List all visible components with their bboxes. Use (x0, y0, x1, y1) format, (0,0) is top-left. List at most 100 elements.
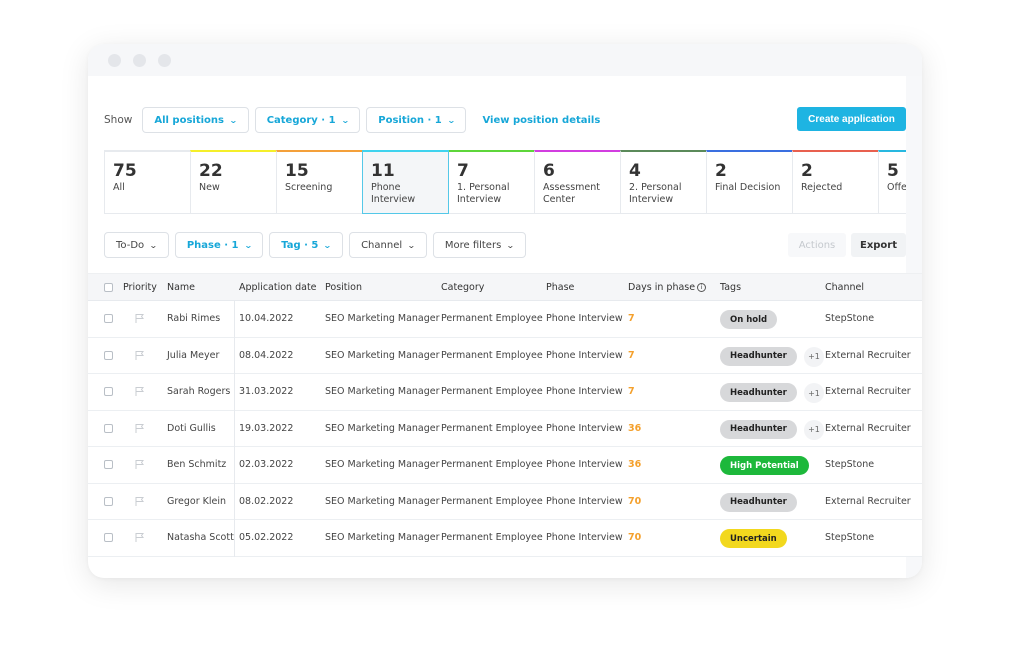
chevron-down-icon: ⌄ (506, 240, 516, 250)
column-divider[interactable] (234, 301, 235, 557)
stage-label: Phone Interview (371, 182, 416, 205)
stage-count: 75 (113, 161, 137, 181)
table-row[interactable]: Rabi Rimes 10.04.2022 SEO Marketing Mana… (88, 301, 922, 338)
table-row[interactable]: Gregor Klein 08.02.2022 SEO Marketing Ma… (88, 483, 922, 520)
channel-cell: StepStone (825, 532, 875, 543)
column-header-priority[interactable]: Priority (123, 282, 157, 293)
priority-flag-icon[interactable] (134, 532, 145, 543)
more-tags-badge[interactable]: +1 (804, 346, 824, 367)
stage-label: Assessment Center (543, 182, 600, 205)
position-dropdown[interactable]: Position · 1 ⌄ (366, 107, 467, 133)
dropdown-label: Channel (361, 239, 403, 251)
select-all-checkbox[interactable] (104, 283, 113, 292)
applicant-name[interactable]: Sarah Rogers (167, 386, 230, 397)
tag-badge[interactable]: Uncertain (720, 529, 787, 548)
stage-tab-offer[interactable]: 5 Offer (878, 150, 906, 214)
applicant-name[interactable]: Ben Schmitz (167, 459, 226, 470)
tag-badge[interactable]: On hold (720, 310, 778, 329)
stage-tab-screening[interactable]: 15 Screening (276, 150, 363, 214)
column-header-days-in-phase[interactable]: Days in phase i (628, 282, 707, 293)
row-checkbox[interactable] (104, 350, 113, 360)
chevron-down-icon: ⌄ (340, 115, 350, 125)
more-filters-filter-dropdown[interactable]: More filters ⌄ (432, 232, 526, 258)
phase-cell: Phone Interview (546, 386, 623, 397)
table-header: Priority Name Application date Position … (88, 273, 922, 301)
applicant-name[interactable]: Doti Gullis (167, 423, 216, 434)
table-row[interactable]: Julia Meyer 08.04.2022 SEO Marketing Man… (88, 337, 922, 374)
priority-flag-icon[interactable] (134, 496, 145, 507)
window-close-button[interactable] (108, 54, 121, 67)
more-tags-badge[interactable]: +1 (804, 383, 824, 403)
phase-cell: Phone Interview (546, 422, 623, 434)
stage-tab-rejected[interactable]: 2 Rejected (792, 150, 879, 214)
application-date: 19.03.2022 (239, 422, 294, 434)
stage-label: Screening (285, 182, 333, 193)
phase-cell: Phone Interview (546, 532, 623, 543)
column-header-category[interactable]: Category (441, 282, 484, 293)
position-cell: SEO Marketing Manager (325, 459, 440, 470)
export-button[interactable]: Export (851, 233, 906, 257)
applicant-name[interactable]: Julia Meyer (167, 350, 219, 361)
category-cell: Permanent Employee (441, 459, 543, 470)
table-row[interactable]: Natasha Scott 05.02.2022 SEO Marketing M… (88, 520, 922, 557)
all-positions-dropdown[interactable]: All positions ⌄ (142, 107, 249, 133)
view-position-details-link[interactable]: View position details (482, 115, 600, 126)
table-row[interactable]: Doti Gullis 19.03.2022 SEO Marketing Man… (88, 410, 922, 447)
priority-flag-icon[interactable] (134, 459, 145, 470)
application-date: 08.04.2022 (239, 349, 294, 361)
dropdown-label: More filters (444, 239, 502, 251)
stage-label: New (199, 182, 220, 193)
phase-cell: Phone Interview (546, 313, 623, 324)
priority-flag-icon[interactable] (134, 423, 145, 434)
applicant-name[interactable]: Gregor Klein (167, 496, 226, 507)
days-in-phase: 7 (628, 386, 635, 397)
tag-badge[interactable]: High Potential (720, 456, 809, 475)
tag-badge[interactable]: Headhunter (720, 383, 797, 402)
priority-flag-icon[interactable] (134, 386, 145, 397)
tag-badge[interactable]: Headhunter (720, 492, 797, 512)
column-header-tags[interactable]: Tags (720, 282, 741, 293)
row-checkbox[interactable] (104, 533, 113, 542)
applicant-name[interactable]: Natasha Scott (167, 532, 234, 543)
tag-5-filter-dropdown[interactable]: Tag · 5 ⌄ (269, 232, 344, 258)
phase-1-filter-dropdown[interactable]: Phase · 1 ⌄ (174, 232, 264, 258)
applicant-name[interactable]: Rabi Rimes (167, 313, 220, 324)
stage-tab-new[interactable]: 22 New (190, 150, 277, 214)
window-maximize-button[interactable] (158, 54, 171, 67)
column-header-position[interactable]: Position (325, 282, 362, 293)
column-header-name[interactable]: Name (167, 282, 195, 293)
column-header-application-date[interactable]: Application date (239, 282, 317, 293)
column-header-phase[interactable]: Phase (546, 282, 574, 293)
row-checkbox[interactable] (104, 496, 113, 506)
create-application-button[interactable]: Create application (797, 107, 906, 131)
actions-button[interactable]: Actions (788, 233, 846, 257)
category-dropdown[interactable]: Category · 1 ⌄ (254, 107, 361, 133)
channel-filter-dropdown[interactable]: Channel ⌄ (349, 232, 427, 258)
stage-tab-2-personal-interview[interactable]: 4 2. Personal Interview (620, 150, 707, 214)
phase-cell: Phone Interview (546, 495, 623, 507)
priority-flag-icon[interactable] (134, 313, 145, 324)
table-row[interactable]: Sarah Rogers 31.03.2022 SEO Marketing Ma… (88, 374, 922, 411)
position-filter-bar: Show All positions ⌄ Category · 1 ⌄ Posi… (104, 107, 600, 133)
stage-tab-final-decision[interactable]: 2 Final Decision (706, 150, 793, 214)
stage-tab-assessment-center[interactable]: 6 Assessment Center (534, 150, 621, 214)
phase-cell: Phone Interview (546, 349, 623, 361)
table-row[interactable]: Ben Schmitz 02.03.2022 SEO Marketing Man… (88, 447, 922, 484)
to-do-filter-dropdown[interactable]: To-Do ⌄ (104, 232, 169, 258)
row-checkbox[interactable] (104, 387, 113, 396)
stage-tab-1-personal-interview[interactable]: 7 1. Personal Interview (448, 150, 535, 214)
row-checkbox[interactable] (104, 460, 113, 469)
tag-badge[interactable]: Headhunter (720, 346, 797, 366)
tag-badge[interactable]: Headhunter (720, 419, 797, 439)
priority-flag-icon[interactable] (134, 350, 145, 361)
more-tags-badge[interactable]: +1 (804, 419, 824, 440)
stage-tab-all[interactable]: 75 All (104, 150, 191, 214)
stage-tab-phone-interview[interactable]: 11 Phone Interview (362, 150, 449, 214)
dropdown-label: Position · 1 (378, 114, 442, 126)
window-minimize-button[interactable] (133, 54, 146, 67)
column-header-channel[interactable]: Channel (825, 282, 864, 293)
dropdown-label: Phase · 1 (186, 239, 239, 251)
info-icon[interactable]: i (697, 283, 707, 292)
row-checkbox[interactable] (104, 314, 113, 323)
row-checkbox[interactable] (104, 423, 113, 433)
